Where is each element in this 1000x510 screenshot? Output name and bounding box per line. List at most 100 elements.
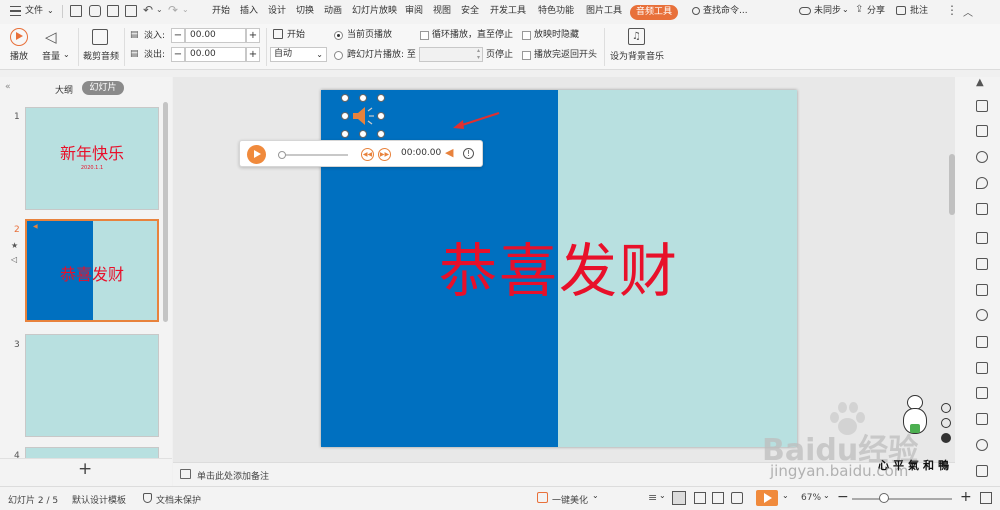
resize-handle[interactable]	[377, 112, 385, 120]
menu-developer[interactable]: 开发工具	[490, 5, 526, 18]
resize-handle[interactable]	[377, 94, 385, 102]
one-click-beautify[interactable]: 一键美化	[552, 493, 588, 506]
cloud-icon[interactable]	[799, 7, 811, 15]
slide-main-text[interactable]: 恭喜发财	[321, 236, 797, 306]
trim-audio-button[interactable]: 裁剪音频	[83, 51, 119, 63]
zoom-in-button[interactable]: +	[960, 489, 972, 505]
thumbnail-scrollbar[interactable]	[163, 102, 168, 322]
fit-window-icon[interactable]	[980, 492, 992, 504]
save-icon[interactable]	[70, 5, 82, 17]
zoom-slider-track[interactable]	[852, 498, 952, 500]
settings-icon[interactable]	[976, 309, 988, 321]
fade-out-increase-button[interactable]: +	[246, 47, 260, 62]
resize-handle[interactable]	[341, 112, 349, 120]
tab-outline[interactable]: 大纲	[55, 83, 73, 96]
chevron-down-icon[interactable]: ⌄	[823, 491, 830, 500]
more-vertical-icon[interactable]: ⋮	[946, 3, 958, 17]
sorter-view-icon[interactable]	[694, 492, 706, 504]
menu-animation[interactable]: 动画	[324, 5, 342, 18]
collapse-panel-icon[interactable]: «	[5, 82, 11, 92]
chevron-down-icon[interactable]: ⌄	[659, 491, 666, 500]
add-slide-button[interactable]: +	[78, 459, 92, 479]
resize-handle[interactable]	[359, 130, 367, 138]
print-preview-icon[interactable]	[125, 5, 137, 17]
chart-icon[interactable]	[976, 284, 988, 296]
zoom-level[interactable]: 67%	[801, 493, 821, 503]
chevron-down-icon[interactable]: ⌄	[156, 5, 163, 14]
select-icon[interactable]	[976, 100, 988, 112]
share-icon[interactable]: ⇪	[855, 4, 863, 15]
notes-input[interactable]: 单击此处添加备注	[197, 469, 269, 482]
slide-thumbnail-1[interactable]: 新年快乐 2020.1.1	[25, 107, 159, 210]
player-progress-knob[interactable]	[278, 151, 286, 159]
chevron-down-icon[interactable]: ⌄	[63, 50, 70, 59]
fade-out-decrease-button[interactable]: −	[171, 47, 185, 62]
file-menu[interactable]: 文件	[25, 5, 43, 18]
play-circle-icon[interactable]	[10, 28, 28, 46]
beautify-icon[interactable]	[537, 492, 548, 503]
rewind-button[interactable]: ◀◀	[361, 148, 374, 161]
spinner-icon[interactable]: ▴ ▾	[477, 47, 480, 61]
info-icon[interactable]: !	[463, 148, 474, 159]
grid-icon[interactable]	[976, 258, 988, 270]
hamburger-icon[interactable]	[10, 6, 21, 16]
volume-button[interactable]: 音量	[42, 51, 60, 63]
player-progress-track[interactable]	[278, 154, 348, 156]
music-note-icon[interactable]: ♫	[628, 28, 645, 45]
table-icon[interactable]	[976, 232, 988, 244]
menu-security[interactable]: 安全	[461, 5, 479, 18]
reading-view-icon[interactable]	[712, 492, 724, 504]
up-arrow-icon[interactable]: ▲	[976, 77, 984, 88]
redo-icon[interactable]: ↷	[168, 3, 178, 17]
forward-button[interactable]: ▶▶	[378, 148, 391, 161]
resize-handle[interactable]	[377, 130, 385, 138]
start-select[interactable]: 自动 ⌄	[270, 47, 327, 62]
comment-icon[interactable]	[896, 6, 906, 15]
fade-in-input[interactable]: 00.00	[185, 28, 246, 43]
tab-slides[interactable]: 幻灯片	[82, 81, 124, 95]
hide-checkbox[interactable]	[522, 31, 531, 40]
zoom-out-button[interactable]: −	[837, 489, 849, 505]
slide-thumbnail-3[interactable]	[25, 334, 159, 437]
menu-review[interactable]: 审阅	[405, 5, 423, 18]
menu-insert[interactable]: 插入	[240, 5, 258, 18]
slideshow-play-button[interactable]	[756, 490, 778, 506]
trim-audio-icon[interactable]	[92, 29, 108, 45]
menu-lines-icon[interactable]: ≡	[648, 491, 657, 504]
loop-checkbox[interactable]	[420, 31, 429, 40]
fade-in-decrease-button[interactable]: −	[171, 28, 185, 43]
fade-in-increase-button[interactable]: +	[246, 28, 260, 43]
menu-picture-tools[interactable]: 图片工具	[586, 5, 622, 18]
speaker-icon[interactable]: ◁	[45, 28, 57, 46]
normal-view-icon[interactable]	[672, 491, 686, 505]
resize-handle[interactable]	[341, 130, 349, 138]
menu-design[interactable]: 设计	[268, 5, 286, 18]
player-volume-icon[interactable]: ◀	[445, 146, 453, 159]
template-label[interactable]: 默认设计模板	[72, 493, 126, 506]
comment-button[interactable]: 批注	[910, 5, 928, 18]
notes-view-icon[interactable]	[731, 492, 743, 504]
shape-icon[interactable]	[976, 151, 988, 163]
menu-home[interactable]: 开始	[212, 5, 230, 18]
tab-audio-tools[interactable]: 音频工具	[630, 5, 679, 20]
box-icon[interactable]	[976, 387, 988, 399]
undo-icon[interactable]: ↶	[143, 3, 153, 17]
search-command[interactable]: 查找命令...	[703, 5, 748, 18]
menu-features[interactable]: 特色功能	[538, 5, 574, 18]
location-icon[interactable]	[976, 177, 988, 189]
protection-status[interactable]: 文档未保护	[156, 493, 201, 506]
copy-icon[interactable]	[976, 125, 988, 137]
document-icon[interactable]	[976, 203, 988, 215]
export-icon[interactable]	[976, 362, 988, 374]
share-button[interactable]: 分享	[867, 5, 885, 18]
current-page-radio[interactable]	[334, 31, 343, 40]
rewind-checkbox[interactable]	[522, 51, 531, 60]
play-button[interactable]: 播放	[10, 51, 28, 63]
menu-slideshow[interactable]: 幻灯片放映	[352, 5, 397, 18]
resize-handle[interactable]	[359, 94, 367, 102]
menu-view[interactable]: 视图	[433, 5, 451, 18]
menu-transition[interactable]: 切换	[296, 5, 314, 18]
zoom-slider-knob[interactable]	[879, 493, 889, 503]
chevron-down-icon[interactable]: ⌄	[592, 491, 599, 500]
player-play-button[interactable]	[247, 145, 266, 164]
